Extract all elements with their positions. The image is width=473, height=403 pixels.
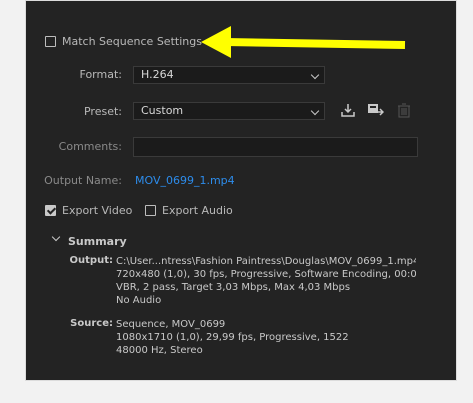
summary-source-line: 48000 Hz, Stereo: [116, 345, 203, 356]
import-preset-icon[interactable]: [367, 102, 384, 117]
export-video-checkbox[interactable]: [45, 205, 56, 216]
summary-output-line: No Audio: [116, 295, 162, 306]
summary-source-lines: Sequence, MOV_0699 1080x1710 (1,0), 29,9…: [116, 318, 416, 357]
preset-dropdown[interactable]: Custom: [133, 102, 325, 120]
preset-value: Custom: [141, 104, 184, 117]
summary-output-line: C:\User...ntress\Fashion Paintress\Dougl…: [116, 256, 416, 267]
save-preset-icon[interactable]: [340, 103, 356, 118]
match-sequence-label[interactable]: Match Sequence Settings: [62, 35, 202, 48]
output-name-label: Output Name:: [44, 174, 122, 187]
summary-source-line: 1080x1710 (1,0), 29,99 fps, Progressive,…: [116, 332, 349, 343]
summary-collapse-chevron-icon[interactable]: [51, 232, 61, 242]
format-value: H.264: [141, 68, 174, 81]
match-sequence-checkbox[interactable]: [45, 36, 56, 47]
export-video-label[interactable]: Export Video: [62, 204, 132, 217]
summary-source-line: Sequence, MOV_0699: [116, 319, 226, 330]
comments-label: Comments:: [58, 140, 122, 153]
summary-title[interactable]: Summary: [68, 235, 127, 248]
chevron-down-icon: [310, 106, 320, 116]
summary-output-line: VBR, 2 pass, Target 3,03 Mbps, Max 4,03 …: [116, 282, 351, 293]
summary-source-label: Source:: [70, 318, 113, 329]
format-label: Format:: [79, 68, 122, 81]
comments-input[interactable]: [133, 137, 418, 157]
output-name-link[interactable]: MOV_0699_1.mp4: [135, 174, 235, 187]
preset-label: Preset:: [83, 105, 122, 118]
arrow-annotation-icon: [201, 26, 406, 58]
summary-output-lines: C:\User...ntress\Fashion Paintress\Dougl…: [116, 255, 416, 307]
summary-output-label: Output:: [69, 255, 113, 266]
delete-preset-icon[interactable]: [397, 103, 411, 118]
summary-output-line: 720x480 (1,0), 30 fps, Progressive, Soft…: [116, 269, 416, 280]
chevron-down-icon: [310, 70, 320, 80]
export-audio-checkbox[interactable]: [145, 205, 156, 216]
format-dropdown[interactable]: H.264: [133, 66, 325, 84]
export-audio-label[interactable]: Export Audio: [162, 204, 233, 217]
